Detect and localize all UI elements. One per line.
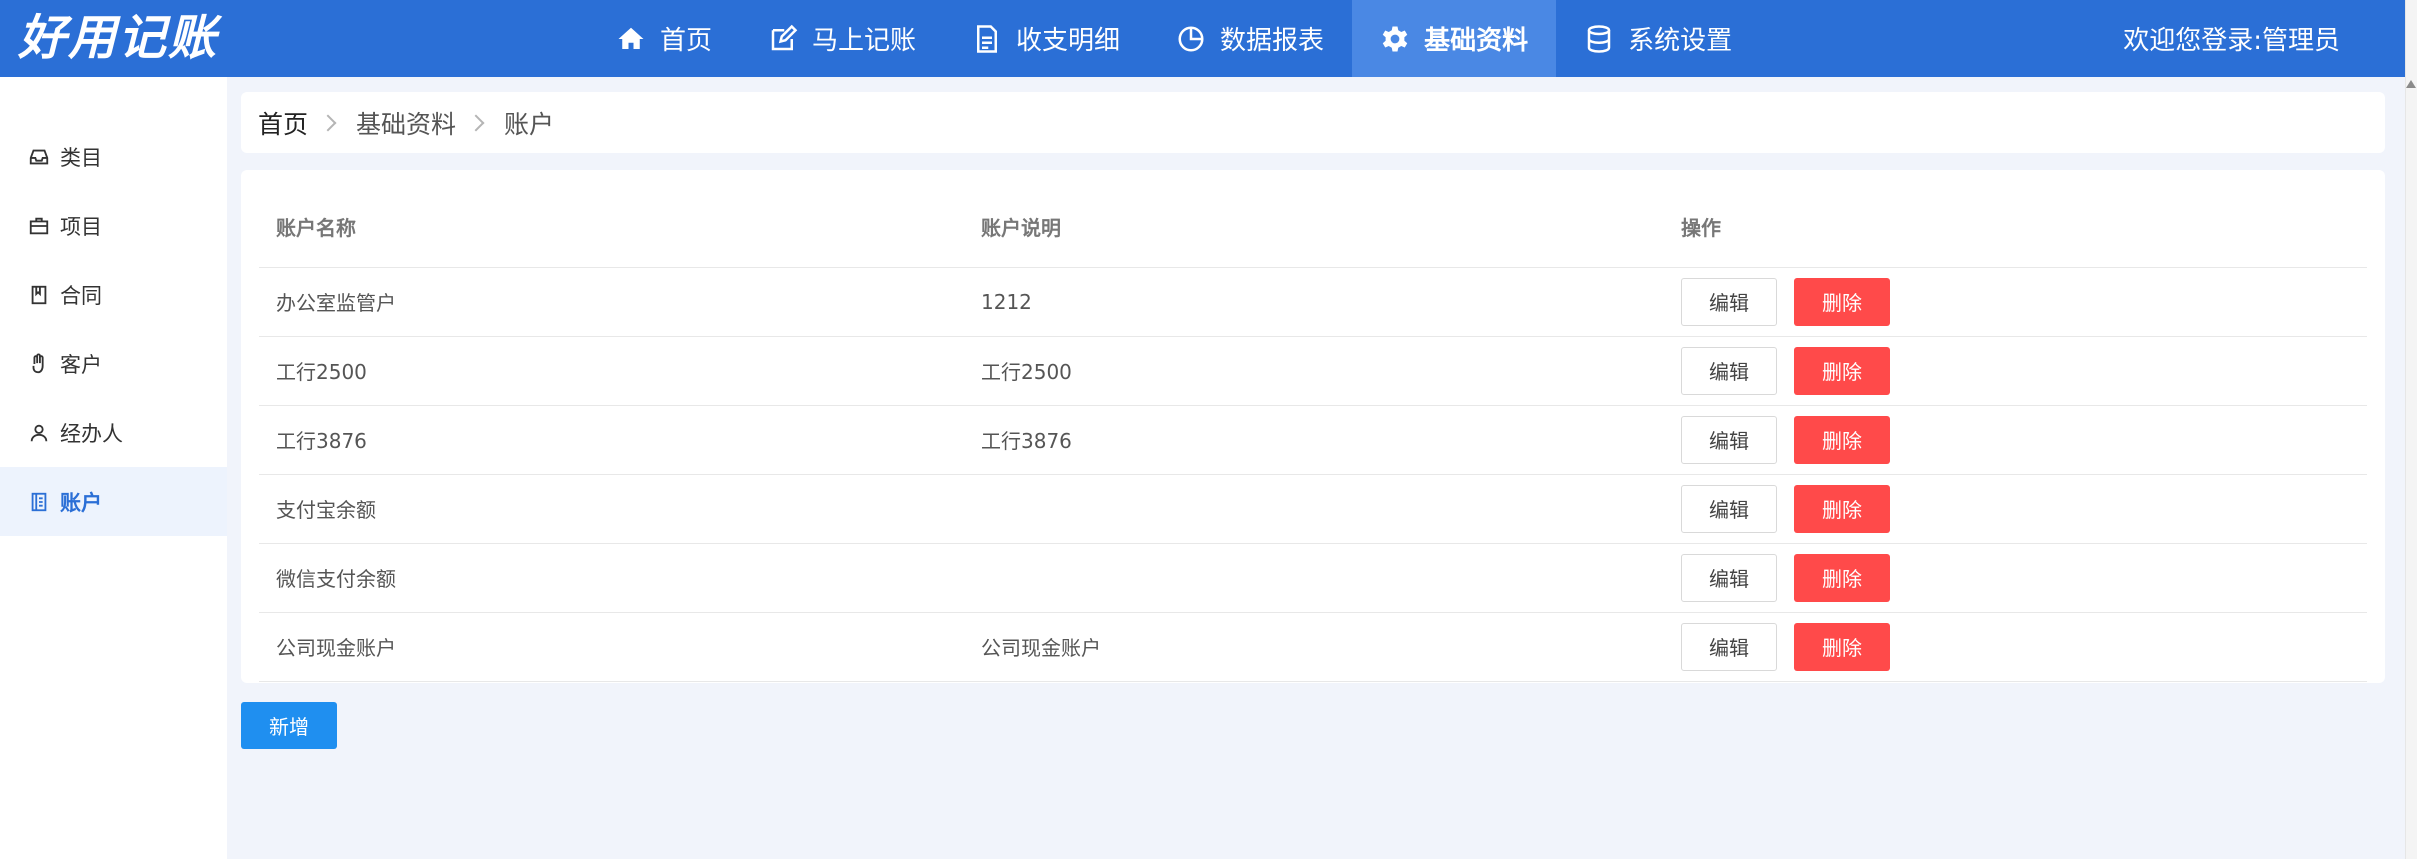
account-name-cell: 工行2500 (259, 336, 964, 406)
column-header-name: 账户名称 (259, 187, 964, 268)
table-row: 办公室监管户 1212 编辑 删除 (259, 267, 2367, 337)
account-desc-cell (964, 543, 1664, 613)
nav-item-label: 数据报表 (1220, 26, 1325, 56)
edit-button[interactable]: 编辑 (1681, 415, 1777, 464)
sidebar-item-label: 项目 (60, 214, 102, 239)
column-header-ops: 操作 (1664, 187, 2367, 268)
nav-item-label: 马上记账 (812, 26, 917, 56)
inbox-icon (29, 149, 49, 164)
nav-item-quick-entry[interactable]: 马上记账 (740, 0, 944, 77)
main-nav: 首页 马上记账 收支明细 数据报表 基础资料 系统设置 (588, 0, 1760, 77)
sidebar-item-label: 账户 (60, 490, 102, 515)
nav-item-label: 首页 (660, 26, 713, 56)
nav-item-label: 收支明细 (1016, 26, 1121, 56)
table-row: 公司现金账户 公司现金账户 编辑 删除 (259, 612, 2367, 682)
table-row: 工行3876 工行3876 编辑 删除 (259, 405, 2367, 475)
breadcrumb-current: 账户 (504, 109, 555, 139)
scroll-up-icon[interactable] (2406, 80, 2416, 88)
sidebar-item-customer[interactable]: 客户 (0, 329, 227, 398)
edit-button[interactable]: 编辑 (1681, 277, 1777, 326)
nav-item-basic-data[interactable]: 基础资料 (1352, 0, 1557, 77)
pie-chart-icon (1178, 26, 1204, 51)
sidebar-item-handler[interactable]: 经办人 (0, 398, 227, 467)
sidebar-item-category[interactable]: 类目 (0, 122, 227, 191)
sidebar: 类目 项目 合同 客户 经办人 账户 (0, 77, 227, 859)
nav-item-label: 系统设置 (1628, 26, 1733, 56)
edit-button[interactable]: 编辑 (1681, 622, 1777, 671)
welcome-text: 欢迎您登录:管理员 (2123, 26, 2340, 56)
account-table: 账户名称 账户说明 操作 办公室监管户 1212 编辑 删除 工行2500 工行2… (259, 187, 2367, 682)
account-desc-cell: 工行2500 (964, 336, 1664, 406)
document-icon (977, 24, 998, 53)
nav-item-settings[interactable]: 系统设置 (1556, 0, 1760, 77)
database-icon (1587, 24, 1611, 53)
table-row: 工行2500 工行2500 编辑 删除 (259, 336, 2367, 406)
account-desc-cell (964, 474, 1664, 544)
chevron-right-icon (467, 114, 485, 131)
account-desc-cell: 工行3876 (964, 405, 1664, 475)
gear-icon (1382, 26, 1408, 51)
ops-cell: 编辑 删除 (1664, 612, 2367, 682)
home-icon (618, 27, 644, 49)
book-icon (31, 285, 47, 304)
table-header-row: 账户名称 账户说明 操作 (259, 187, 2367, 268)
edit-button[interactable]: 编辑 (1681, 553, 1777, 602)
sidebar-item-label: 客户 (60, 352, 102, 377)
user-icon (30, 424, 48, 441)
hand-icon (32, 353, 44, 373)
nav-item-reports[interactable]: 数据报表 (1148, 0, 1352, 77)
account-name-cell: 工行3876 (259, 405, 964, 475)
account-name-cell: 微信支付余额 (259, 543, 964, 613)
delete-button[interactable]: 删除 (1794, 415, 1890, 464)
nav-item-label: 基础资料 (1424, 26, 1529, 56)
delete-button[interactable]: 删除 (1794, 622, 1890, 671)
app-logo[interactable]: 好用记账 (18, 10, 218, 66)
edit-button[interactable]: 编辑 (1681, 346, 1777, 395)
delete-button[interactable]: 删除 (1794, 484, 1890, 533)
delete-button[interactable]: 删除 (1794, 277, 1890, 326)
account-desc-cell: 公司现金账户 (964, 612, 1664, 682)
sidebar-item-label: 合同 (60, 283, 102, 308)
account-name-cell: 办公室监管户 (259, 267, 964, 337)
ops-cell: 编辑 删除 (1664, 267, 2367, 337)
breadcrumb-home[interactable]: 首页 (258, 105, 308, 141)
briefcase-icon (29, 217, 49, 234)
sidebar-item-project[interactable]: 项目 (0, 191, 227, 260)
chevron-right-icon (319, 114, 337, 131)
breadcrumb-basic-data[interactable]: 基础资料 (356, 105, 456, 141)
sidebar-item-contract[interactable]: 合同 (0, 260, 227, 329)
sidebar-item-label: 经办人 (60, 421, 123, 446)
account-desc-cell: 1212 (964, 267, 1664, 337)
page-scrollbar[interactable] (2405, 0, 2417, 859)
account-name-cell: 支付宝余额 (259, 474, 964, 544)
edit-icon (771, 24, 798, 50)
ops-cell: 编辑 删除 (1664, 474, 2367, 544)
edit-button[interactable]: 编辑 (1681, 484, 1777, 533)
ops-cell: 编辑 删除 (1664, 336, 2367, 406)
top-navbar: 好用记账 首页 马上记账 收支明细 数据报表 基础资料 系统设置 欢迎您登录:管… (0, 0, 2405, 77)
add-account-button[interactable]: 新增 (241, 702, 337, 749)
nav-item-home[interactable]: 首页 (588, 0, 740, 77)
ops-cell: 编辑 删除 (1664, 543, 2367, 613)
sidebar-item-label: 类目 (60, 145, 102, 170)
table-row: 微信支付余额 编辑 删除 (259, 543, 2367, 613)
breadcrumb: 首页 基础资料 账户 (241, 92, 2385, 153)
column-header-desc: 账户说明 (964, 187, 1664, 268)
notebook-icon (31, 492, 47, 511)
account-name-cell: 公司现金账户 (259, 612, 964, 682)
delete-button[interactable]: 删除 (1794, 346, 1890, 395)
nav-item-details[interactable]: 收支明细 (944, 0, 1148, 77)
delete-button[interactable]: 删除 (1794, 553, 1890, 602)
ops-cell: 编辑 删除 (1664, 405, 2367, 475)
account-table-card: 账户名称 账户说明 操作 办公室监管户 1212 编辑 删除 工行2500 工行2… (241, 170, 2385, 683)
sidebar-item-account[interactable]: 账户 (0, 467, 227, 536)
table-row: 支付宝余额 编辑 删除 (259, 474, 2367, 544)
